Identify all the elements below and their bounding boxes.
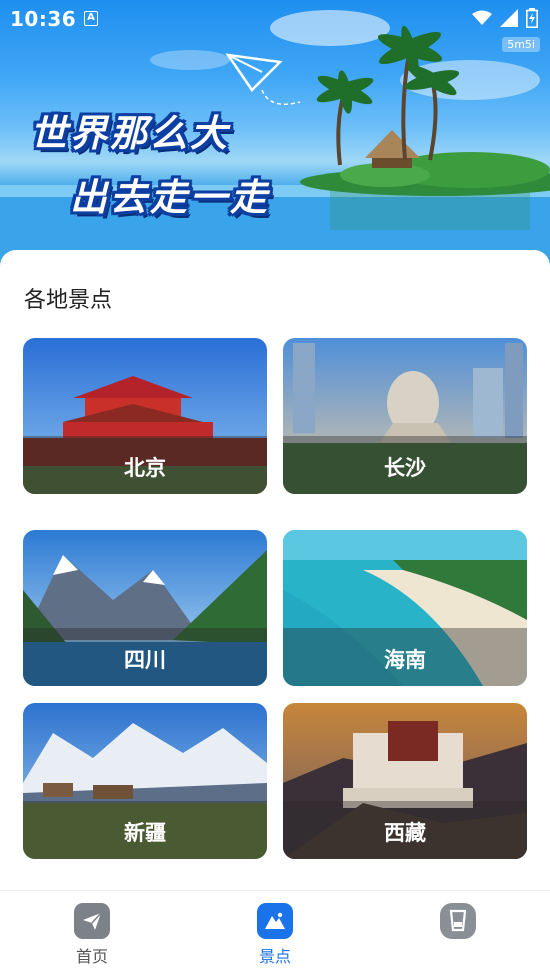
status-time: 10:36 [10,7,77,31]
mountain-icon [257,903,293,939]
wifi-icon [472,10,492,25]
paper-plane-icon [74,903,110,939]
destination-label: 长沙 [384,456,426,480]
destination-card-xinjiang[interactable]: 新疆 [23,703,267,859]
destination-card-tibet[interactable]: 西藏 [283,703,527,859]
cup-icon [440,903,476,939]
section-title: 各地景点 [24,288,113,313]
status-bar: 10:36 A [0,0,550,36]
nav-item-profile[interactable] [413,903,503,943]
hero-slogan-line1: 世界那么大 [30,112,230,155]
hero-banner: 5m5i 世界那么大 出去走一走 [0,0,550,270]
battery-icon [526,8,538,28]
nav-label-home: 首页 [75,947,108,966]
hero-slogan-line2: 出去走一走 [70,176,270,219]
destinations-panel: 各地景点 北京 长沙 四川 海南 新疆 西藏 [0,250,550,890]
destination-label: 西藏 [384,821,426,845]
destination-card-changsha[interactable]: 长沙 [283,338,527,494]
destination-card-hainan[interactable]: 海南 [283,530,527,686]
status-icons [472,8,538,28]
destination-label: 海南 [384,648,426,672]
destination-label: 北京 [124,456,166,480]
destination-card-sichuan[interactable]: 四川 [23,530,267,686]
nav-item-home[interactable]: 首页 [47,903,137,967]
destination-label: 四川 [124,648,166,672]
bottom-nav: 首页 景点 [0,890,550,977]
notification-icon: A [84,11,98,26]
nav-label-attractions: 景点 [258,947,291,966]
nav-item-attractions[interactable]: 景点 [230,903,320,967]
destination-label: 新疆 [124,821,166,845]
signal-icon [500,9,518,27]
destination-card-beijing[interactable]: 北京 [23,338,267,494]
hero-badge: 5m5i [502,37,540,52]
